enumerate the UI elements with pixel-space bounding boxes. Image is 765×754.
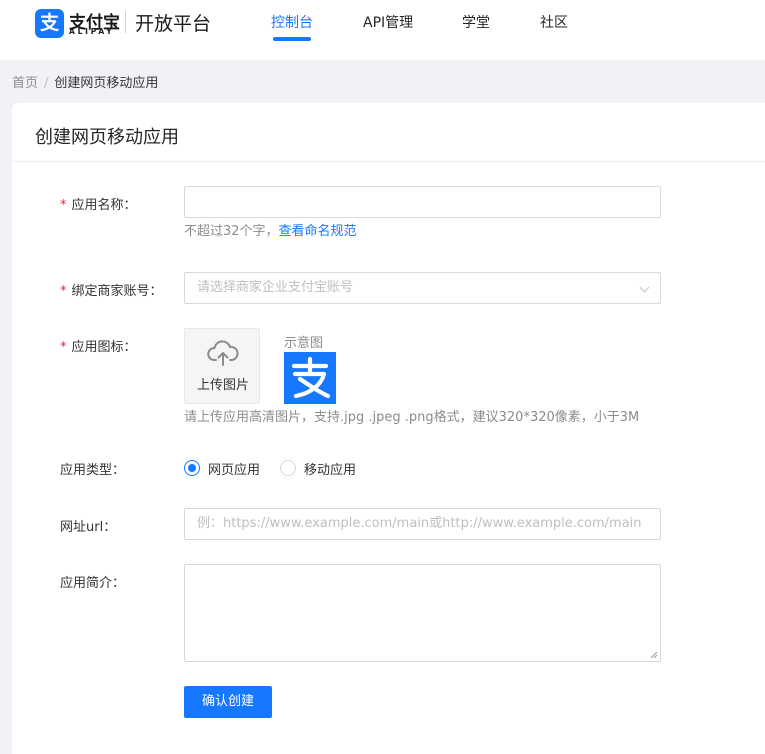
nav-console[interactable]: 控制台 bbox=[271, 12, 313, 32]
title-divider bbox=[12, 161, 765, 162]
app-name-label: * 应用名称： bbox=[60, 194, 137, 213]
logo-divider bbox=[125, 11, 126, 33]
confirm-create-button[interactable]: 确认创建 bbox=[184, 686, 272, 718]
radio-mobile-app[interactable] bbox=[280, 460, 296, 476]
breadcrumb: 首页 / 创建网页移动应用 bbox=[12, 72, 158, 91]
sample-label: 示意图 bbox=[284, 336, 324, 351]
nav-api[interactable]: API管理 bbox=[363, 12, 413, 32]
type-label: 应用类型： bbox=[60, 463, 126, 478]
merchant-label: * 绑定商家账号： bbox=[60, 280, 163, 299]
merchant-placeholder: 请选择商家企业支付宝账号 bbox=[197, 280, 354, 295]
url-input[interactable]: 例：https://www.example.com/main或http://ww… bbox=[184, 508, 661, 540]
icon-label-text: 应用图标： bbox=[71, 340, 137, 355]
page-title: 创建网页移动应用 bbox=[35, 127, 179, 148]
url-label: 网址url： bbox=[60, 520, 117, 535]
nav-community[interactable]: 社区 bbox=[540, 12, 568, 32]
app-name-input[interactable] bbox=[184, 186, 661, 218]
required-mark: * bbox=[60, 284, 67, 299]
nav-active-indicator bbox=[273, 37, 311, 41]
required-mark: * bbox=[60, 198, 67, 213]
logo-subtext: ALIPAY bbox=[69, 27, 115, 36]
alipay-logo-icon[interactable]: 支 bbox=[35, 9, 64, 38]
naming-rules-link[interactable]: 查看命名规范 bbox=[279, 224, 357, 239]
form-card: 创建网页移动应用 * 应用名称： 不超过32个字，查看命名规范 * 绑定商家账号： … bbox=[12, 103, 765, 754]
merchant-select[interactable]: 请选择商家企业支付宝账号 bbox=[184, 272, 661, 304]
breadcrumb-separator: / bbox=[44, 76, 49, 91]
radio-mobile-app-label[interactable]: 移动应用 bbox=[304, 459, 356, 478]
radio-web-app[interactable] bbox=[184, 460, 200, 476]
required-mark: * bbox=[60, 340, 67, 355]
intro-label: 应用简介： bbox=[60, 576, 126, 591]
platform-name: 开放平台 bbox=[135, 13, 212, 35]
top-header: 支 支付宝 ALIPAY 开放平台 控制台 API管理 学堂 社区 bbox=[0, 0, 765, 60]
chevron-down-icon bbox=[639, 282, 650, 293]
app-name-label-text: 应用名称： bbox=[71, 198, 137, 213]
alipay-sample-icon bbox=[284, 352, 336, 404]
upload-label: 上传图片 bbox=[196, 378, 249, 393]
resize-handle-icon[interactable] bbox=[650, 651, 658, 659]
icon-help: 请上传应用高清图片，支持.jpg .jpeg .png格式，建议320*320像… bbox=[184, 410, 640, 425]
breadcrumb-home[interactable]: 首页 bbox=[12, 76, 38, 91]
radio-web-app-label[interactable]: 网页应用 bbox=[208, 459, 260, 478]
nav-school[interactable]: 学堂 bbox=[462, 12, 490, 32]
app-name-help-text: 不超过32个字， bbox=[184, 224, 279, 239]
upload-image-button[interactable]: 上传图片 bbox=[184, 328, 260, 404]
icon-label: * 应用图标： bbox=[60, 336, 137, 355]
app-name-help: 不超过32个字，查看命名规范 bbox=[184, 220, 357, 239]
cloud-upload-icon bbox=[207, 340, 239, 366]
intro-textarea[interactable] bbox=[184, 564, 661, 662]
breadcrumb-current: 创建网页移动应用 bbox=[54, 76, 159, 91]
merchant-label-text: 绑定商家账号： bbox=[71, 284, 163, 299]
